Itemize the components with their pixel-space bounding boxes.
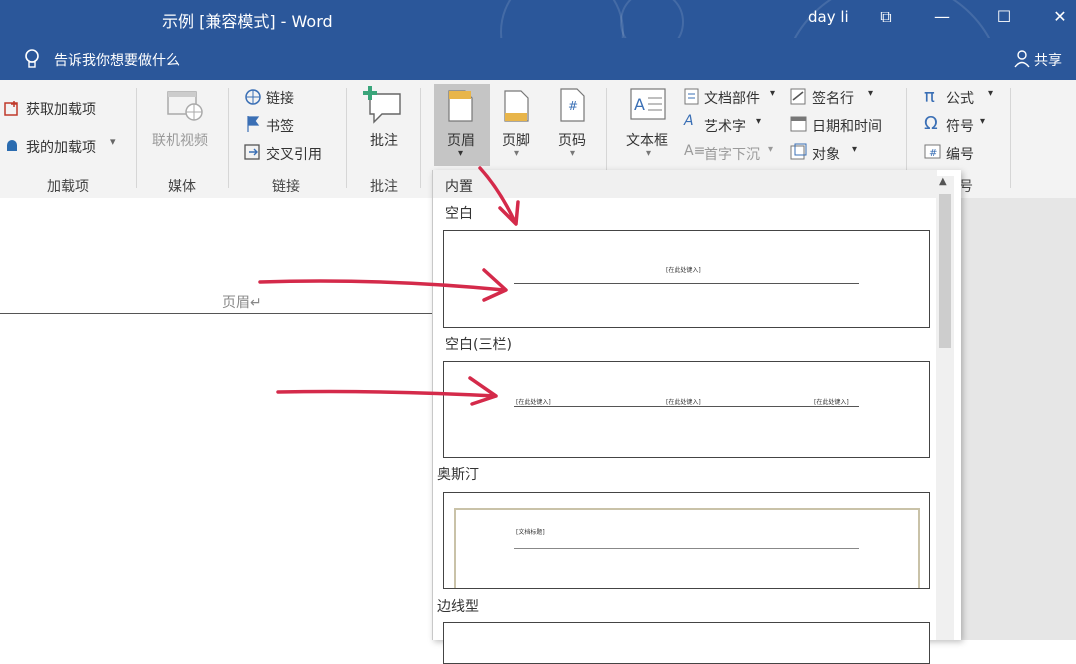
annotation-arrow [276, 376, 498, 406]
annotation-arrow [478, 166, 520, 226]
annotation-arrow-group [258, 166, 520, 406]
annotation-arrows [258, 166, 520, 406]
annotation-arrow [258, 268, 508, 302]
